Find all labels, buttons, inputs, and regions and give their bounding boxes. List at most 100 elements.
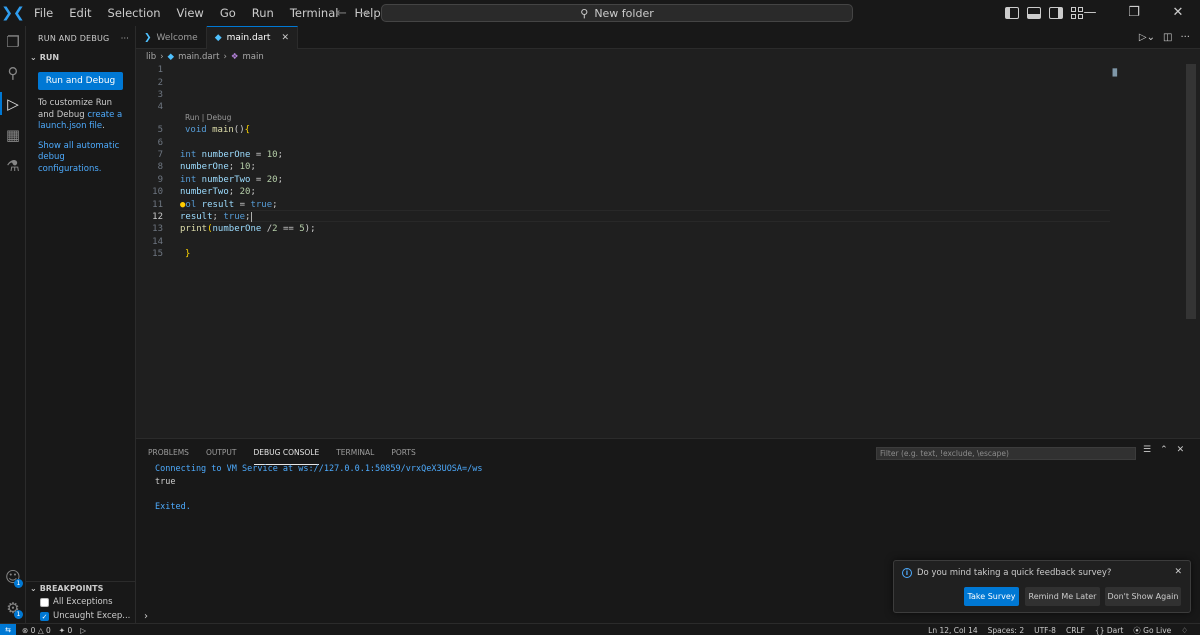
debug-launch-icon[interactable]: ▷: [80, 626, 86, 635]
encoding[interactable]: UTF-8: [1034, 626, 1056, 635]
close-icon[interactable]: ✕: [281, 33, 289, 43]
extensions-icon[interactable]: ▦: [0, 119, 26, 150]
account-icon[interactable]: ☺ 1: [0, 561, 26, 592]
tab-output[interactable]: OUTPUT: [206, 439, 237, 465]
show-all-configs-link[interactable]: Show all automatic debug configurations.: [38, 141, 119, 174]
clear-console-icon[interactable]: ☰: [1143, 445, 1151, 455]
code-line: 11 ●ol result = true;: [136, 198, 1111, 210]
code-line: 4: [136, 101, 1111, 113]
testing-icon[interactable]: ⚗: [0, 150, 26, 181]
show-all-configs: Show all automatic debug configurations.: [26, 133, 135, 176]
tab-problems[interactable]: PROBLEMS: [148, 439, 189, 465]
toggle-panel-icon[interactable]: [1027, 7, 1041, 19]
search-icon[interactable]: ⚲: [0, 57, 26, 88]
codelens-run-debug[interactable]: Run | Debug: [185, 113, 231, 122]
breakpoints-title: BREAKPOINTS: [39, 584, 104, 593]
panel-tabs: PROBLEMS OUTPUT DEBUG CONSOLE TERMINAL P…: [148, 439, 416, 465]
vertical-scrollbar[interactable]: [1186, 64, 1196, 319]
breadcrumb-folder[interactable]: lib: [146, 52, 156, 62]
restore-icon[interactable]: ❐: [1112, 0, 1156, 26]
code-line: 10 numberTwo; 20;: [136, 186, 1111, 198]
line-ending[interactable]: CRLF: [1066, 626, 1085, 635]
command-center-search[interactable]: ⚲ New folder: [381, 4, 853, 22]
line-content: ●ol result = true;: [180, 199, 278, 210]
more-actions-icon[interactable]: ···: [121, 34, 129, 43]
breadcrumb-file[interactable]: main.dart: [178, 52, 219, 62]
debug-console-filter-input[interactable]: Filter (e.g. text, !exclude, \escape): [876, 447, 1136, 460]
notifications-bell-icon[interactable]: ♢: [1181, 626, 1188, 635]
window-controls: — ❐ ✕: [1068, 0, 1200, 26]
more-actions-icon[interactable]: ···: [1180, 32, 1190, 43]
go-live[interactable]: ⦿ Go Live: [1133, 625, 1171, 635]
console-line: Exited.: [155, 502, 191, 513]
breakpoint-label: All Exceptions: [53, 597, 113, 607]
take-survey-button[interactable]: Take Survey: [964, 587, 1019, 606]
checkbox-checked[interactable]: ✓: [40, 611, 49, 621]
forward-arrow-icon[interactable]: →: [359, 6, 370, 21]
code-line: 15 }: [136, 248, 1111, 260]
menu-selection[interactable]: Selection: [100, 0, 169, 26]
language-mode[interactable]: {} Dart: [1095, 626, 1123, 635]
editor-actions: ▷⌄ ◫ ···: [1139, 26, 1190, 49]
breakpoints-header[interactable]: ⌄ BREAKPOINTS: [26, 581, 136, 595]
tab-debug-console[interactable]: DEBUG CONSOLE: [253, 439, 320, 465]
line-number: 2: [157, 77, 163, 88]
breadcrumb-symbol[interactable]: main: [242, 52, 263, 62]
line-content: result; true;​: [180, 211, 253, 222]
toggle-secondary-sidebar-icon[interactable]: [1049, 7, 1063, 19]
tab-welcome[interactable]: ❯ Welcome: [136, 26, 207, 49]
close-icon[interactable]: ✕: [1177, 445, 1185, 455]
line-content: int numberOne = 10;: [180, 149, 283, 160]
run-section-header[interactable]: ⌄ RUN: [26, 50, 135, 64]
vscode-logo-icon: ❯❮: [1, 5, 25, 21]
line-content: int numberTwo = 20;: [180, 174, 283, 185]
breakpoint-uncaught-exceptions[interactable]: ✓ Uncaught Excep...: [40, 609, 136, 623]
menu-view[interactable]: View: [169, 0, 212, 26]
checkbox[interactable]: [40, 597, 49, 607]
console-line: true: [155, 476, 176, 487]
cursor-position[interactable]: Ln 12, Col 14: [928, 626, 977, 635]
line-number: 1: [157, 65, 163, 76]
debug-console-output: Connecting to VM Service at ws://127.0.0…: [155, 463, 483, 514]
menu-go[interactable]: Go: [212, 0, 244, 26]
menu-run[interactable]: Run: [244, 0, 282, 26]
back-arrow-icon[interactable]: ←: [336, 6, 347, 21]
tab-main-dart[interactable]: ◆ main.dart ✕: [206, 26, 298, 49]
run-section-label: RUN: [39, 52, 60, 62]
problems-status[interactable]: ⊗ 0 △ 0: [22, 626, 51, 635]
remind-me-later-button[interactable]: Remind Me Later: [1025, 587, 1100, 606]
explorer-icon[interactable]: ❐: [0, 26, 26, 57]
minimize-icon[interactable]: —: [1068, 0, 1112, 26]
chevron-up-icon[interactable]: ⌃: [1160, 445, 1168, 455]
title-bar: ❯❮ File Edit Selection View Go Run Termi…: [0, 0, 1200, 26]
code-editor[interactable]: 1 2 3 4 Run | Debug 5 void main(){ 6 7 i…: [136, 64, 1186, 438]
menu-edit[interactable]: Edit: [61, 0, 99, 26]
run-debug-dropdown-icon[interactable]: ▷⌄: [1139, 32, 1155, 43]
tab-ports[interactable]: PORTS: [391, 439, 415, 465]
breakpoint-all-exceptions[interactable]: All Exceptions: [40, 595, 136, 609]
run-and-debug-button[interactable]: Run and Debug: [38, 72, 123, 90]
line-number: 3: [157, 89, 163, 100]
code-line: 8 numberOne; 10;: [136, 161, 1111, 173]
menu-file[interactable]: File: [26, 0, 61, 26]
console-line: Connecting to VM Service at ws://127.0.0…: [155, 464, 483, 474]
toggle-primary-sidebar-icon[interactable]: [1005, 7, 1019, 19]
close-icon[interactable]: ✕: [1174, 567, 1182, 577]
line-number: 4: [157, 102, 163, 113]
console-prompt-icon[interactable]: ›: [144, 611, 148, 622]
run-debug-icon[interactable]: ▷: [0, 88, 26, 119]
chevron-down-icon: ⌄: [30, 584, 37, 593]
ports-status[interactable]: ✦ 0: [59, 626, 72, 635]
settings-gear-icon[interactable]: ⚙ 1: [0, 592, 26, 623]
remote-icon[interactable]: ⇆: [0, 624, 16, 635]
dont-show-again-button[interactable]: Don't Show Again: [1105, 587, 1181, 606]
close-window-icon[interactable]: ✕: [1156, 0, 1200, 26]
tab-terminal[interactable]: TERMINAL: [336, 439, 374, 465]
info-icon: i: [902, 568, 912, 578]
indentation[interactable]: Spaces: 2: [988, 626, 1024, 635]
line-content: numberTwo; 20;: [180, 187, 256, 198]
split-editor-icon[interactable]: ◫: [1163, 32, 1172, 43]
code-line: 14: [136, 236, 1111, 248]
minimap[interactable]: ▬ ▬ ▬ ▬: [1112, 67, 1128, 79]
